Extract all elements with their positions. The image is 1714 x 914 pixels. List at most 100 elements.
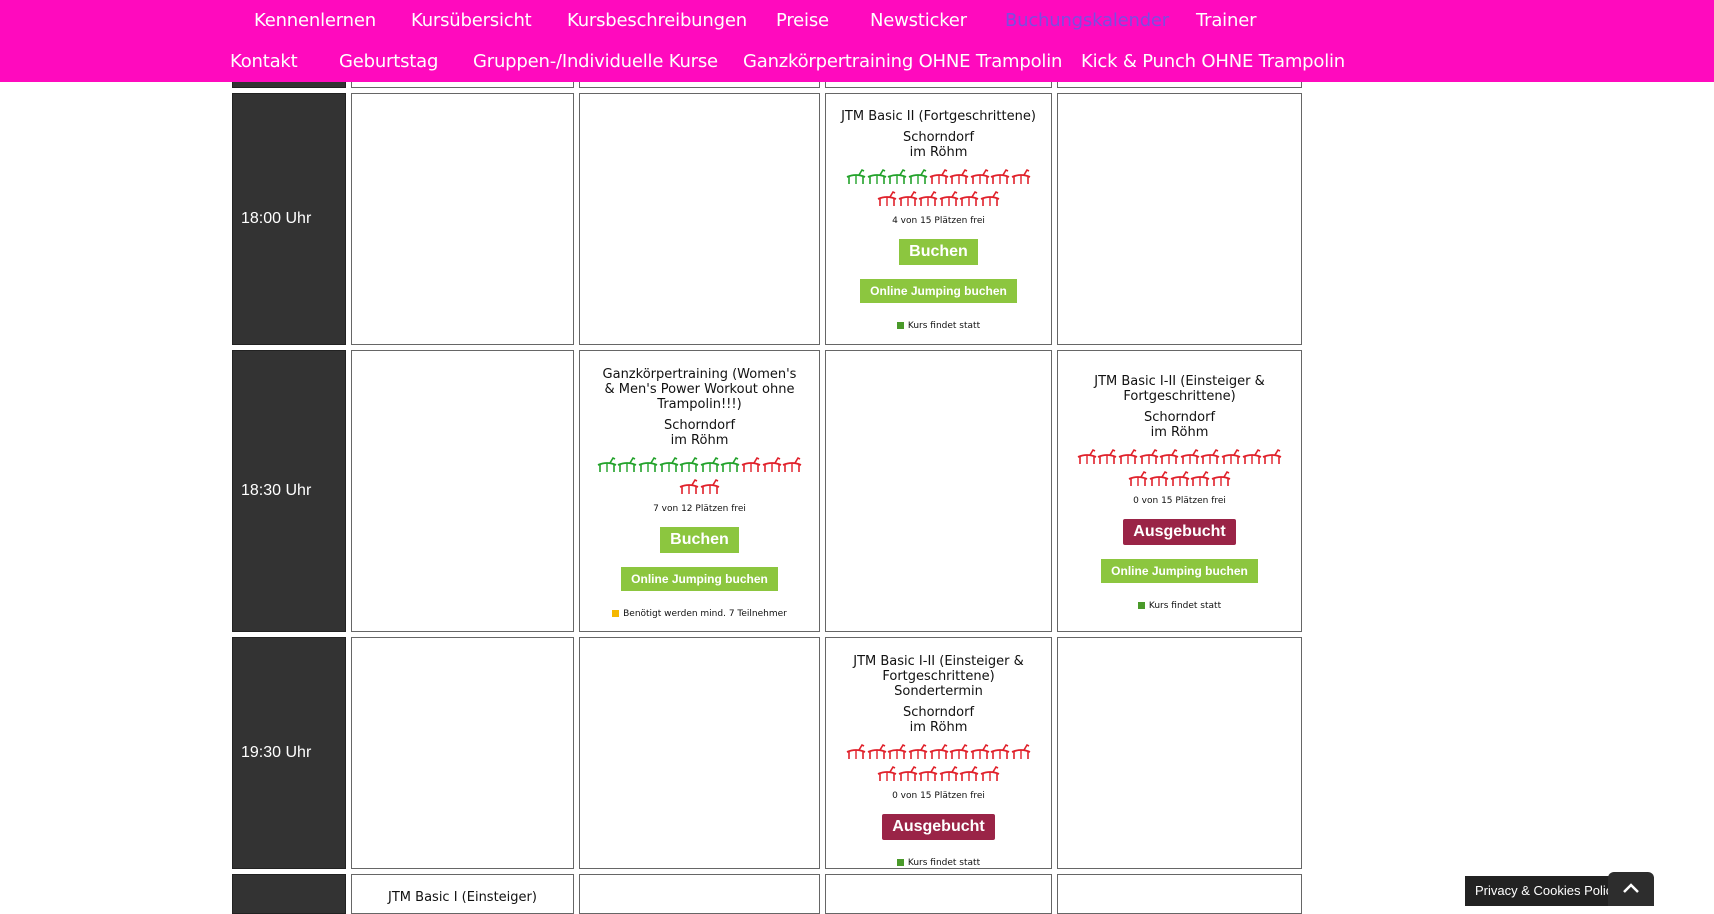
online-jumping-button[interactable]: Online Jumping buchen bbox=[860, 279, 1017, 303]
status-dot-icon bbox=[896, 859, 904, 866]
nav-kick-punch[interactable]: Kick & Punch OHNE Trampolin bbox=[1081, 51, 1345, 72]
seat-free-icon bbox=[638, 456, 658, 473]
seat-taken-icon bbox=[782, 456, 802, 473]
main-navigation: Kennenlernen Kursübersicht Kursbeschreib… bbox=[0, 0, 1714, 82]
calendar-cell-course: JTM Basic I (Einsteiger) bbox=[351, 874, 574, 914]
course-venue: im Röhm bbox=[909, 145, 968, 160]
course-location: Schorndorf bbox=[663, 418, 736, 433]
seat-indicators bbox=[1070, 448, 1290, 492]
calendar-cell bbox=[825, 350, 1052, 632]
seat-taken-icon bbox=[990, 168, 1010, 185]
seat-taken-icon bbox=[1200, 448, 1220, 465]
course-status: Kurs findet statt bbox=[1058, 601, 1301, 611]
status-text: Kurs findet statt bbox=[907, 321, 981, 331]
seat-taken-icon bbox=[1128, 470, 1148, 487]
seat-taken-icon bbox=[1242, 448, 1262, 465]
nav-kursuebersicht[interactable]: Kursübersicht bbox=[411, 10, 532, 31]
online-jumping-button[interactable]: Online Jumping buchen bbox=[1101, 559, 1258, 583]
seat-taken-icon bbox=[918, 765, 938, 782]
seat-free-icon bbox=[846, 168, 866, 185]
seat-free-icon bbox=[659, 456, 679, 473]
seat-taken-icon bbox=[741, 456, 761, 473]
course-venue: im Röhm bbox=[670, 433, 729, 448]
seat-free-icon bbox=[617, 456, 637, 473]
nav-preise[interactable]: Preise bbox=[776, 10, 829, 31]
seat-taken-icon bbox=[1149, 470, 1169, 487]
seat-taken-icon bbox=[970, 743, 990, 760]
online-jumping-button[interactable]: Online Jumping buchen bbox=[621, 567, 778, 591]
course-location: Schorndorf bbox=[1143, 410, 1216, 425]
seat-taken-icon bbox=[980, 765, 1000, 782]
course-card: JTM Basic I-II (Einsteiger & Fortgeschri… bbox=[1058, 374, 1301, 611]
calendar-cell bbox=[579, 93, 820, 345]
course-title[interactable]: Ganzkörpertraining (Women's & Men's Powe… bbox=[580, 367, 819, 412]
calendar-cell bbox=[579, 874, 820, 914]
seat-taken-icon bbox=[867, 743, 887, 760]
seat-taken-icon bbox=[1211, 470, 1231, 487]
calendar-cell bbox=[1057, 93, 1302, 345]
course-location: Schorndorf bbox=[902, 705, 975, 720]
course-card: JTM Basic I-II (Einsteiger & Fortgeschri… bbox=[826, 654, 1051, 868]
course-title[interactable]: JTM Basic I-II (Einsteiger & Fortgeschri… bbox=[1058, 374, 1301, 404]
status-dot-icon bbox=[896, 322, 904, 329]
seat-taken-icon bbox=[1097, 448, 1117, 465]
course-card: JTM Basic I (Einsteiger) bbox=[352, 890, 573, 905]
seat-taken-icon bbox=[1077, 448, 1097, 465]
seat-taken-icon bbox=[990, 743, 1010, 760]
seat-free-icon bbox=[887, 168, 907, 185]
time-cell-1830: 18:30 Uhr bbox=[232, 350, 346, 632]
seat-taken-icon bbox=[970, 168, 990, 185]
seat-taken-icon bbox=[846, 743, 866, 760]
chevron-up-icon bbox=[1623, 883, 1639, 893]
seat-taken-icon bbox=[898, 765, 918, 782]
course-venue: im Röhm bbox=[1150, 425, 1209, 440]
course-status: Benötigt werden mind. 7 Teilnehmer bbox=[580, 609, 819, 619]
seat-taken-icon bbox=[1139, 448, 1159, 465]
seats-free-text: 7 von 12 Plätzen frei bbox=[653, 504, 746, 514]
sold-out-button[interactable]: Ausgebucht bbox=[1123, 519, 1236, 545]
nav-gruppen-kurse[interactable]: Gruppen-/Individuelle Kurse bbox=[473, 51, 718, 72]
scroll-to-top-button[interactable] bbox=[1608, 872, 1654, 906]
course-title[interactable]: JTM Basic I (Einsteiger) bbox=[352, 890, 573, 905]
nav-row-1: Kennenlernen Kursübersicht Kursbeschreib… bbox=[0, 0, 1714, 40]
seat-taken-icon bbox=[1262, 448, 1282, 465]
seat-free-icon bbox=[700, 456, 720, 473]
time-cell-1930: 19:30 Uhr bbox=[232, 637, 346, 869]
nav-buchungskalender[interactable]: Buchungskalender bbox=[1005, 10, 1169, 31]
nav-newsticker[interactable]: Newsticker bbox=[870, 10, 967, 31]
calendar-cell-course: Ganzkörpertraining (Women's & Men's Powe… bbox=[579, 350, 820, 632]
nav-trainer[interactable]: Trainer bbox=[1196, 10, 1256, 31]
seat-taken-icon bbox=[898, 190, 918, 207]
nav-ganzkoerpertraining[interactable]: Ganzkörpertraining OHNE Trampolin bbox=[743, 51, 1062, 72]
seat-taken-icon bbox=[877, 190, 897, 207]
sold-out-button[interactable]: Ausgebucht bbox=[882, 814, 995, 840]
seat-taken-icon bbox=[1118, 448, 1138, 465]
seat-indicators bbox=[590, 456, 810, 500]
seat-free-icon bbox=[720, 456, 740, 473]
seat-taken-icon bbox=[929, 168, 949, 185]
nav-kennenlernen[interactable]: Kennenlernen bbox=[254, 10, 376, 31]
calendar-cell bbox=[1057, 637, 1302, 869]
book-button[interactable]: Buchen bbox=[660, 527, 739, 553]
time-label: 18:00 Uhr bbox=[241, 210, 312, 227]
time-label: 19:30 Uhr bbox=[241, 744, 312, 761]
seat-indicators bbox=[839, 168, 1039, 212]
course-title[interactable]: JTM Basic I-II (Einsteiger & Fortgeschri… bbox=[826, 654, 1051, 699]
seat-taken-icon bbox=[959, 765, 979, 782]
time-label: 18:30 Uhr bbox=[241, 482, 312, 499]
seat-taken-icon bbox=[700, 478, 720, 495]
seat-taken-icon bbox=[1159, 448, 1179, 465]
seat-taken-icon bbox=[1180, 448, 1200, 465]
course-title[interactable]: JTM Basic II (Fortgeschrittene) bbox=[826, 109, 1051, 124]
calendar-cell bbox=[351, 350, 574, 632]
calendar-cell bbox=[351, 637, 574, 869]
seats-free-text: 4 von 15 Plätzen frei bbox=[892, 216, 985, 226]
book-button[interactable]: Buchen bbox=[899, 239, 978, 265]
nav-geburtstag[interactable]: Geburtstag bbox=[339, 51, 438, 72]
seat-taken-icon bbox=[1011, 168, 1031, 185]
seat-taken-icon bbox=[959, 190, 979, 207]
seat-taken-icon bbox=[887, 743, 907, 760]
nav-kontakt[interactable]: Kontakt bbox=[230, 51, 298, 72]
nav-kursbeschreibungen[interactable]: Kursbeschreibungen bbox=[567, 10, 747, 31]
status-text: Kurs findet statt bbox=[907, 858, 981, 868]
